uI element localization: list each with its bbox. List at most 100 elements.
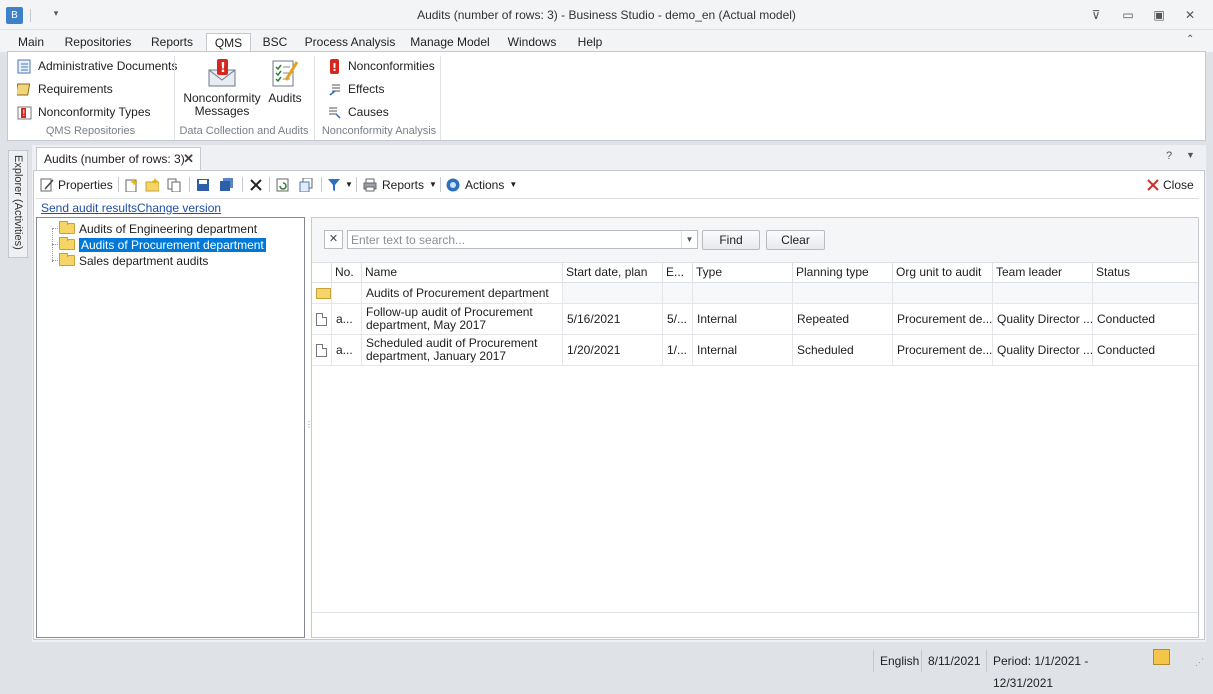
tab-repositories[interactable]: Repositories — [60, 33, 136, 52]
tree-item[interactable]: Sales department audits — [59, 253, 208, 268]
links-bar: Send audit results Change version — [36, 198, 1199, 216]
cell-status: Conducted — [1097, 312, 1156, 326]
tree-item[interactable]: Audits of Engineering department — [59, 221, 257, 236]
column-header-org-unit[interactable]: Org unit to audit — [893, 263, 993, 283]
copy-data-button[interactable] — [299, 176, 313, 193]
pin-icon[interactable]: ⊽ — [1085, 7, 1107, 23]
column-header-planning-type[interactable]: Planning type — [793, 263, 893, 283]
copy-item-button[interactable] — [167, 176, 181, 193]
effects-icon — [327, 82, 342, 97]
column-header-icon — [312, 263, 332, 283]
cell-type: Internal — [693, 335, 793, 365]
table-row[interactable]: a... Scheduled audit of Procurement depa… — [312, 335, 1198, 366]
tree-item-label: Audits of Engineering department — [79, 221, 258, 236]
clear-search-icon[interactable]: ✕ — [324, 230, 343, 249]
splitter-handle[interactable]: ⋮ — [305, 420, 313, 434]
folder-icon — [59, 221, 75, 234]
new-item-button[interactable] — [124, 176, 138, 193]
audits-label: Audits — [268, 91, 302, 105]
resize-grip-icon[interactable]: ⋰ — [1195, 657, 1204, 668]
printer-icon — [363, 178, 377, 192]
envelope-warning-icon: ! — [207, 58, 237, 88]
actions-globe-icon — [446, 178, 460, 192]
maximize-button[interactable]: ▣ — [1148, 7, 1170, 23]
explorer-side-tab[interactable]: Explorer (Activities) — [8, 150, 28, 258]
send-audit-results-link[interactable]: Send audit results — [41, 201, 137, 215]
tab-reports[interactable]: Reports — [146, 33, 198, 52]
save-button[interactable] — [196, 176, 210, 193]
tree-item-selected[interactable]: Audits of Procurement department — [59, 237, 266, 252]
help-icon[interactable]: ? — [1166, 150, 1172, 162]
notes-icon[interactable] — [1153, 649, 1170, 665]
tab-help[interactable]: Help — [572, 33, 608, 52]
cell-team-leader: Quality Director ... — [993, 304, 1093, 334]
group-row[interactable]: Audits of Procurement department — [312, 283, 1198, 304]
status-period[interactable]: Period: 1/1/2021 - 12/31/2021 — [986, 650, 1146, 690]
cell-end-date: 1/... — [663, 335, 693, 365]
column-header-no[interactable]: No. — [332, 263, 362, 283]
close-window-button[interactable]: ✕ — [1179, 7, 1201, 23]
effects-button[interactable]: Effects — [327, 80, 384, 98]
nonconformity-types-label: Nonconformity Types — [38, 105, 151, 119]
delete-x-icon — [249, 178, 263, 192]
app-icon[interactable]: B — [6, 7, 23, 24]
column-header-type[interactable]: Type — [693, 263, 793, 283]
change-version-link[interactable]: Change version — [137, 201, 221, 215]
causes-button[interactable]: Causes — [327, 103, 389, 121]
minimize-button[interactable]: ▭ — [1117, 7, 1139, 23]
cell-org-unit: Procurement de... — [893, 304, 993, 334]
tab-qms[interactable]: QMS — [206, 33, 251, 52]
reports-label: Reports — [382, 177, 425, 192]
reports-menu-button[interactable]: Reports ▼ — [363, 176, 437, 193]
column-header-end-date[interactable]: E... — [663, 263, 693, 283]
toolbar-separator — [269, 177, 270, 192]
find-button[interactable]: Find — [702, 230, 760, 250]
column-header-start-date[interactable]: Start date, plan — [563, 263, 663, 283]
search-input[interactable] — [347, 230, 698, 249]
tab-process-analysis[interactable]: Process Analysis — [302, 33, 398, 52]
requirements-button[interactable]: Requirements — [15, 80, 113, 98]
book-icon — [15, 82, 32, 97]
copy-icon — [167, 178, 181, 192]
nonconformities-button[interactable]: ! Nonconformities — [327, 57, 435, 75]
table-row[interactable]: a... Follow-up audit of Procurement depa… — [312, 304, 1198, 335]
tree-item-label: Sales department audits — [79, 253, 209, 268]
cell-status: Conducted — [1097, 343, 1156, 357]
column-header-status[interactable]: Status — [1093, 263, 1198, 283]
refresh-button[interactable] — [276, 176, 290, 193]
filter-button[interactable]: ▼ — [327, 176, 353, 193]
warning-icon: ! — [327, 58, 342, 74]
properties-button[interactable]: Properties — [40, 176, 113, 193]
administrative-documents-button[interactable]: Administrative Documents — [17, 57, 177, 75]
close-panel-button[interactable]: Close — [1146, 176, 1194, 193]
actions-menu-button[interactable]: Actions ▼ — [446, 176, 517, 193]
collapse-ribbon-icon[interactable]: ⌃ — [1186, 34, 1200, 45]
status-language[interactable]: English — [873, 650, 921, 672]
document-tab-audits[interactable]: Audits (number of rows: 3) ✕ — [36, 147, 201, 170]
cell-planning-type: Repeated — [793, 304, 893, 334]
tab-menu-chevron-down-icon[interactable]: ▼ — [1186, 150, 1195, 160]
qms-repositories-group-label: QMS Repositories — [45, 125, 136, 137]
folder-icon — [59, 237, 75, 250]
group-cell-empty — [793, 283, 893, 303]
column-header-team-leader[interactable]: Team leader — [993, 263, 1093, 283]
new-folder-button[interactable] — [145, 176, 160, 193]
save-all-button[interactable] — [220, 176, 234, 193]
tab-bsc[interactable]: BSC — [258, 33, 292, 52]
nonconformity-messages-button[interactable]: ! Nonconformity Messages — [183, 58, 261, 118]
search-history-dropdown-icon[interactable]: ▼ — [681, 231, 697, 248]
clear-button[interactable]: Clear — [766, 230, 825, 250]
save-all-icon — [220, 177, 234, 192]
audits-button[interactable]: Audits — [265, 58, 305, 105]
close-tab-icon[interactable]: ✕ — [183, 151, 194, 167]
status-date: 8/11/2021 — [921, 650, 986, 672]
document-icon — [312, 304, 332, 334]
quick-access-dropdown-icon[interactable]: ▾ — [50, 8, 62, 22]
tab-main[interactable]: Main — [12, 33, 50, 52]
nonconformity-types-button[interactable]: ! Nonconformity Types — [17, 103, 151, 121]
delete-button[interactable] — [249, 176, 263, 193]
close-label: Close — [1163, 177, 1194, 192]
column-header-name[interactable]: Name — [362, 263, 563, 283]
tab-windows[interactable]: Windows — [502, 33, 562, 52]
tab-manage-model[interactable]: Manage Model — [408, 33, 492, 52]
